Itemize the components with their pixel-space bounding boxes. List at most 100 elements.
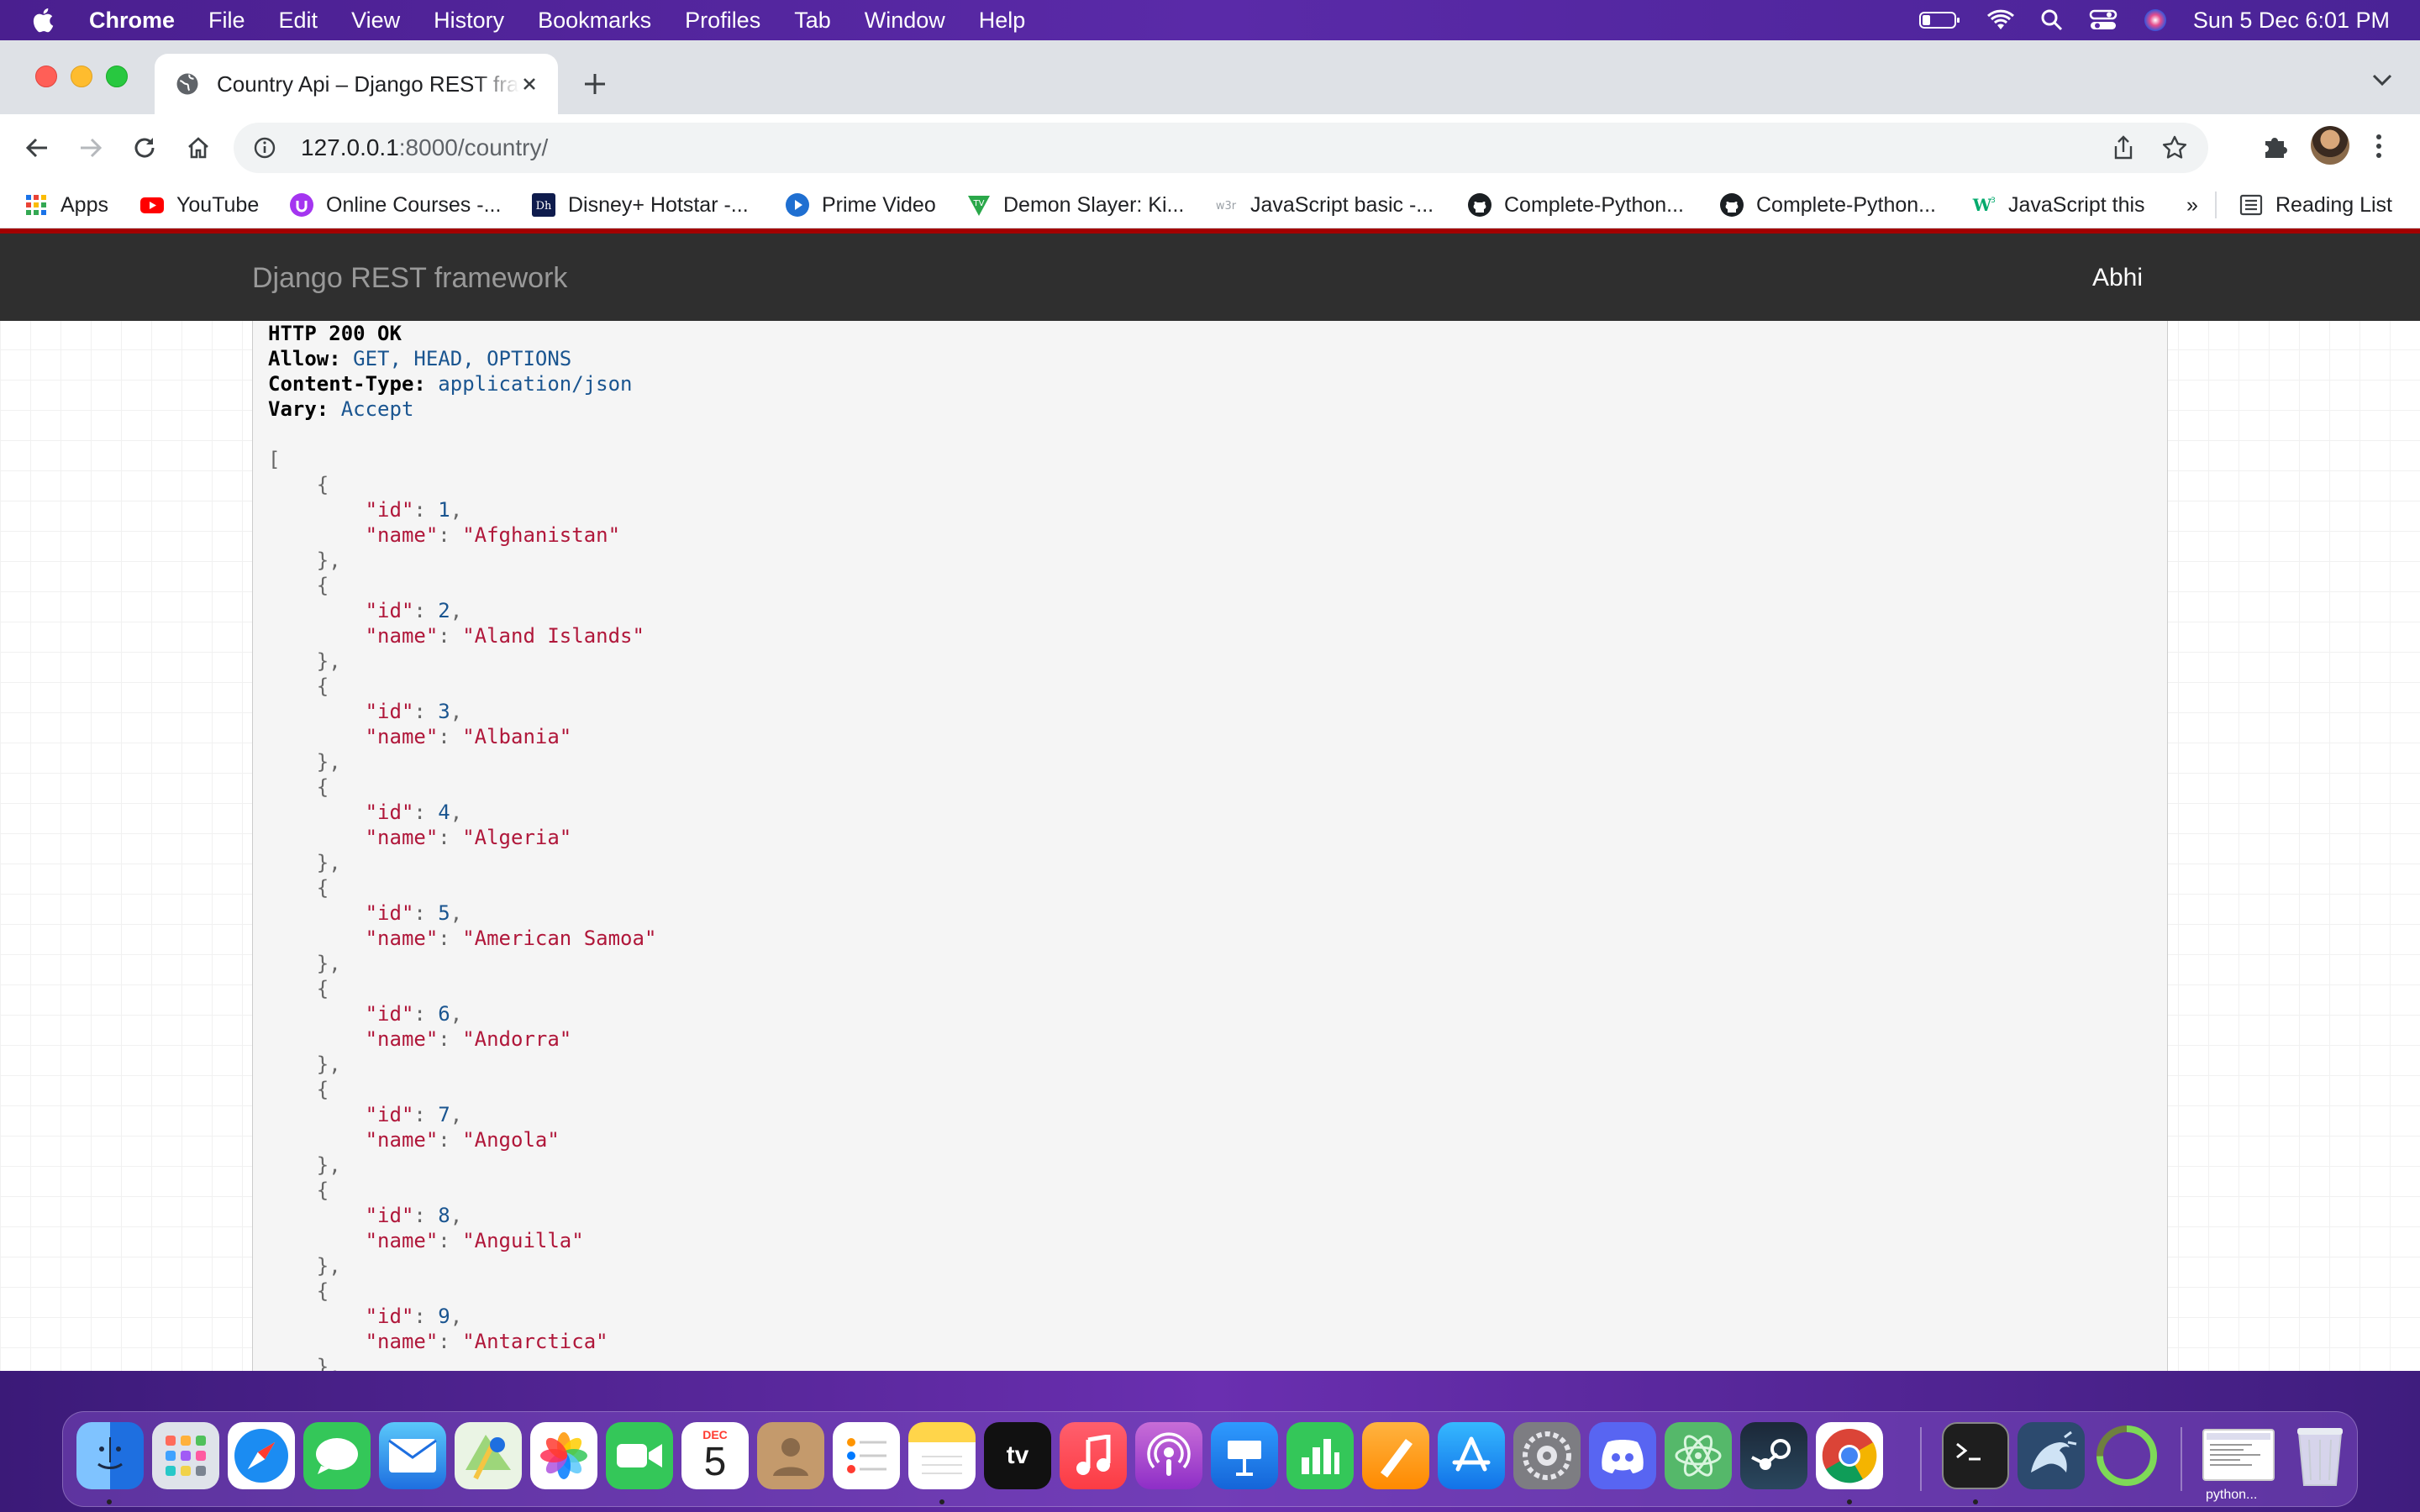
menu-tab[interactable]: Tab bbox=[794, 8, 831, 34]
active-tab[interactable]: Country Api – Django REST framework bbox=[155, 54, 558, 114]
atom-icon[interactable] bbox=[1665, 1422, 1732, 1489]
bookmark-star-icon[interactable] bbox=[2161, 134, 2188, 161]
share-icon[interactable] bbox=[2111, 134, 2136, 161]
bookmark-demon-slayer[interactable]: TV Demon Slayer: Ki... bbox=[966, 192, 1184, 218]
chrome-icon[interactable] bbox=[1816, 1422, 1883, 1489]
menu-edit[interactable]: Edit bbox=[279, 8, 318, 34]
menu-datetime[interactable]: Sun 5 Dec 6:01 PM bbox=[2193, 8, 2390, 34]
battery-icon[interactable] bbox=[1918, 10, 1961, 30]
omnibox-actions bbox=[2111, 134, 2188, 161]
bookmark-apps[interactable]: Apps bbox=[24, 192, 108, 218]
numbers-icon[interactable] bbox=[1286, 1422, 1354, 1489]
steam-icon[interactable] bbox=[1740, 1422, 1807, 1489]
menu-history[interactable]: History bbox=[434, 8, 504, 34]
wifi-icon[interactable] bbox=[1986, 9, 2015, 31]
reading-list-icon bbox=[2239, 194, 2263, 216]
menu-profiles[interactable]: Profiles bbox=[685, 8, 760, 34]
close-window-button[interactable] bbox=[35, 66, 57, 87]
bookmark-online-courses[interactable]: Online Courses -... bbox=[289, 192, 501, 218]
finder-face-icon bbox=[97, 1437, 123, 1469]
compass-icon bbox=[234, 1429, 288, 1483]
extensions-puzzle-icon[interactable] bbox=[2260, 131, 2291, 161]
site-info-icon[interactable] bbox=[252, 135, 277, 160]
menu-bookmarks[interactable]: Bookmarks bbox=[538, 8, 651, 34]
home-button[interactable] bbox=[182, 131, 215, 165]
macos-dock: DEC 5 tv python... bbox=[62, 1411, 2358, 1507]
hotstar-icon: Dh bbox=[532, 193, 555, 217]
menu-view[interactable]: View bbox=[351, 8, 400, 34]
minimize-window-button[interactable] bbox=[71, 66, 92, 87]
mail-icon[interactable] bbox=[379, 1422, 446, 1489]
reload-button[interactable] bbox=[128, 131, 161, 165]
tab-search-chevron-icon[interactable] bbox=[2371, 72, 2393, 87]
dock-separator bbox=[2181, 1427, 2182, 1491]
svg-text:W: W bbox=[1972, 195, 1992, 215]
spotlight-search-icon[interactable] bbox=[2040, 8, 2064, 32]
bookmark-youtube[interactable]: YouTube bbox=[139, 192, 259, 218]
messages-icon[interactable] bbox=[303, 1422, 371, 1489]
app-store-icon[interactable] bbox=[1438, 1422, 1505, 1489]
menu-window[interactable]: Window bbox=[865, 8, 945, 34]
url-text[interactable]: 127.0.0.1:8000/country/ bbox=[301, 134, 548, 161]
bookmark-javascript-basic[interactable]: w3r JavaScript basic -... bbox=[1213, 192, 1434, 218]
header-key: Content-Type: bbox=[268, 372, 426, 396]
chrome-window: Country Api – Django REST framework bbox=[0, 40, 2420, 1411]
pen-nib-icon bbox=[1381, 1439, 1413, 1478]
keynote-icon[interactable] bbox=[1211, 1422, 1278, 1489]
system-preferences-icon[interactable] bbox=[1513, 1422, 1581, 1489]
url-path: :8000/country/ bbox=[398, 134, 549, 160]
bookmark-prime-video[interactable]: Prime Video bbox=[785, 192, 936, 218]
minimized-window-thumbnail[interactable] bbox=[2202, 1429, 2275, 1481]
bookmark-complete-python-1[interactable]: Complete-Python... bbox=[1467, 192, 1684, 218]
menu-app-name[interactable]: Chrome bbox=[89, 8, 175, 34]
zoom-window-button[interactable] bbox=[106, 66, 128, 87]
calendar-icon[interactable]: DEC 5 bbox=[681, 1422, 749, 1489]
discord-icon[interactable] bbox=[1589, 1422, 1656, 1489]
photos-icon[interactable] bbox=[530, 1422, 597, 1489]
window-controls bbox=[35, 66, 128, 87]
json-id: 5 bbox=[438, 901, 450, 925]
maps-icon[interactable] bbox=[455, 1422, 522, 1489]
menu-help[interactable]: Help bbox=[979, 8, 1026, 34]
mysql-workbench-icon[interactable] bbox=[2018, 1422, 2085, 1489]
terminal-icon[interactable] bbox=[1942, 1422, 2009, 1489]
notes-icon[interactable] bbox=[908, 1422, 976, 1489]
facetime-icon[interactable] bbox=[606, 1422, 673, 1489]
back-button[interactable] bbox=[20, 131, 54, 165]
appletv-icon[interactable]: tv bbox=[984, 1422, 1051, 1489]
new-tab-icon[interactable] bbox=[580, 69, 610, 99]
contacts-icon[interactable] bbox=[757, 1422, 824, 1489]
launchpad-icon[interactable] bbox=[152, 1422, 219, 1489]
drf-brand-link[interactable]: Django REST framework bbox=[252, 262, 567, 295]
w3schools-icon: W 3 bbox=[1972, 195, 1996, 215]
music-icon[interactable] bbox=[1060, 1422, 1127, 1489]
reading-list-button[interactable]: Reading List bbox=[2238, 192, 2392, 218]
podcasts-icon[interactable] bbox=[1135, 1422, 1202, 1489]
loading-app-icon[interactable] bbox=[2093, 1422, 2160, 1489]
drf-user-menu[interactable]: Abhi bbox=[2092, 264, 2143, 292]
bookmarks-overflow-button[interactable]: » bbox=[2186, 192, 2198, 218]
forward-button[interactable] bbox=[74, 131, 108, 165]
profile-avatar[interactable] bbox=[2311, 126, 2349, 165]
safari-icon[interactable] bbox=[228, 1422, 295, 1489]
pages-icon[interactable] bbox=[1362, 1422, 1429, 1489]
http-status: HTTP 200 OK bbox=[268, 322, 402, 345]
control-center-icon[interactable] bbox=[2089, 8, 2118, 32]
siri-icon[interactable] bbox=[2143, 8, 2168, 33]
chrome-menu-kebab-icon[interactable] bbox=[2374, 131, 2384, 161]
bookmark-hotstar[interactable]: Dh Disney+ Hotstar -... bbox=[531, 192, 749, 218]
trash-can-icon bbox=[2297, 1428, 2343, 1486]
apple-logo-icon[interactable] bbox=[30, 6, 59, 34]
steam-logo-icon bbox=[1751, 1439, 1791, 1470]
trash-icon[interactable] bbox=[2286, 1422, 2354, 1489]
reminders-icon[interactable] bbox=[833, 1422, 900, 1489]
bookmark-javascript-this[interactable]: W 3 JavaScript this bbox=[1971, 192, 2145, 218]
minimized-window-label: python... bbox=[2206, 1488, 2258, 1502]
address-bar[interactable]: 127.0.0.1:8000/country/ bbox=[234, 123, 2208, 173]
json-name: "Algeria" bbox=[462, 826, 572, 849]
reload-icon bbox=[134, 138, 155, 158]
finder-icon[interactable] bbox=[76, 1422, 144, 1489]
menu-file[interactable]: File bbox=[208, 8, 245, 34]
close-tab-icon[interactable] bbox=[518, 72, 541, 96]
bookmark-complete-python-2[interactable]: Complete-Python... bbox=[1719, 192, 1936, 218]
